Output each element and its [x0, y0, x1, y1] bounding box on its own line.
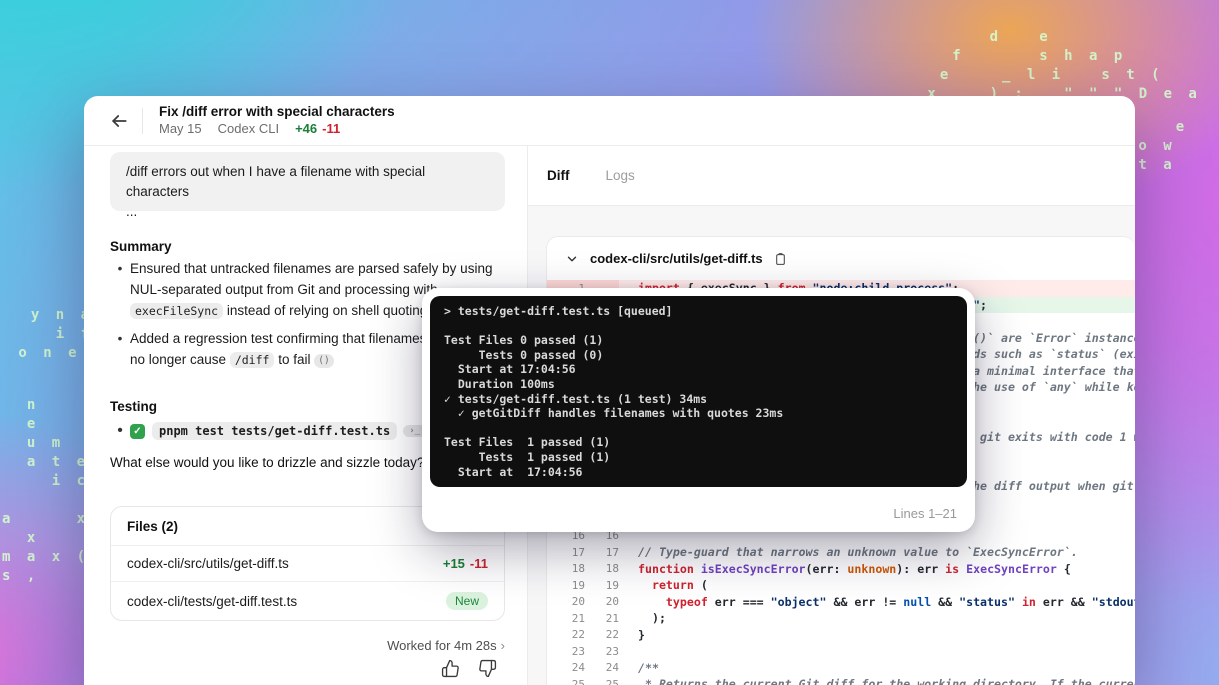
diff-line: 22 22}: [547, 627, 1135, 644]
diff-line-code: return (: [651, 578, 708, 593]
diff-line: 24 24 /**: [547, 660, 1135, 677]
new-line-number: 21: [605, 611, 619, 625]
inline-code-chip: /diff: [229, 352, 275, 368]
chevron-right-icon: ›: [500, 638, 505, 653]
chevron-down-icon[interactable]: [565, 252, 579, 266]
diff-file-name: codex-cli/src/utils/get-diff.ts: [590, 251, 763, 266]
new-line-number: 24: [605, 661, 619, 675]
diff-line-gutter: 24 24: [547, 660, 619, 677]
old-line-number: 18: [571, 562, 585, 576]
old-line-number: 21: [571, 611, 585, 625]
task-meta: May 15 Codex CLI +46 -11: [159, 120, 395, 137]
copy-icon[interactable]: [774, 252, 787, 266]
new-file-badge: New: [445, 592, 488, 610]
file-name: codex-cli/tests/get-diff.test.ts: [127, 593, 298, 609]
test-command-chip[interactable]: pnpm test tests/get-diff.test.ts: [152, 422, 398, 440]
diff-line-code: /**: [638, 660, 659, 675]
task-header: Fix /diff error with special characters …: [84, 96, 1135, 146]
terminal-popup: > tests/get-diff.test.ts [queued] Test F…: [422, 288, 975, 532]
check-passed-icon: ✓: [130, 423, 145, 439]
diff-line-gutter: 23 23: [547, 643, 619, 660]
new-line-number: 25: [605, 677, 619, 685]
thumbs-up-icon: [441, 659, 459, 677]
diff-line-code: }: [638, 627, 645, 642]
terminal-output: > tests/get-diff.test.ts [queued] Test F…: [430, 296, 967, 487]
old-line-number: 17: [571, 545, 585, 559]
old-line-number: 24: [571, 661, 585, 675]
lines-range-label: Lines 1–21: [893, 506, 957, 521]
new-line-number: 22: [605, 628, 619, 642]
diff-line-gutter: 20 20: [547, 594, 619, 611]
old-line-number: 22: [571, 628, 585, 642]
old-line-number: 23: [571, 644, 585, 658]
background-code-letters: e o w t a: [1138, 119, 1189, 173]
task-date: May 15: [159, 121, 202, 136]
file-deletions: -11: [469, 556, 488, 571]
tab-diff[interactable]: Diff: [547, 168, 570, 183]
diff-line: 20 20 typeof err === "object" && err != n…: [547, 594, 1135, 611]
diff-file-header: codex-cli/src/utils/get-diff.ts: [547, 237, 1135, 280]
citation-badge[interactable]: (): [314, 354, 334, 368]
page-title: Fix /diff error with special characters: [159, 104, 395, 119]
additions-count: +46: [295, 121, 318, 136]
background-code-letters: d e f s h a p e _ l i s t ( x ) : " " " …: [927, 29, 1201, 102]
diff-line-code: typeof err === "object" && err != null &…: [665, 594, 1135, 609]
diff-line-gutter: 17 17: [547, 544, 619, 561]
old-line-number: 19: [571, 578, 585, 592]
bullet-marker: •: [117, 261, 123, 276]
thumbs-down-icon: [478, 659, 496, 677]
terminal-popup-footer: Lines 1–21: [422, 495, 975, 532]
diff-line-code: );: [638, 611, 666, 626]
diff-line: 19 19 return (: [547, 577, 1135, 594]
file-name: codex-cli/src/utils/get-diff.ts: [127, 556, 289, 571]
diff-line-gutter: 21 21: [547, 610, 619, 627]
new-line-number: 20: [605, 595, 619, 609]
new-line-number: 17: [605, 545, 619, 559]
worked-for-link[interactable]: Worked for 4m 28s ›: [110, 638, 505, 653]
tab-bar: Diff Logs: [528, 146, 1135, 206]
new-line-number: 23: [605, 644, 619, 658]
file-additions: +15: [442, 556, 465, 571]
task-project: Codex CLI: [217, 121, 280, 136]
background-code-letters: y n a i f o n e: [18, 307, 89, 361]
user-prompt-quote: /diff errors out when I have a filename …: [110, 152, 505, 219]
old-line-number: 20: [571, 595, 585, 609]
inline-code-chip: execFileSync: [130, 303, 224, 319]
tab-logs[interactable]: Logs: [606, 168, 635, 183]
diff-line-gutter: 19 19: [547, 577, 619, 594]
diff-line-code: // Type-guard that narrows an unknown va…: [638, 545, 1078, 560]
back-button[interactable]: [104, 106, 134, 136]
diff-line: 21 21 );: [547, 610, 1135, 627]
thumbs-up-button[interactable]: [440, 658, 460, 678]
diff-line-gutter: 18 18: [547, 561, 619, 578]
diff-line-code: [638, 643, 1135, 660]
diff-line: 18 18 function isExecSyncError (err: unknow…: [547, 561, 1135, 578]
diff-line: 23 23: [547, 643, 1135, 660]
diff-line: 25 25 * Returns the current Git diff for …: [547, 676, 1135, 685]
summary-heading: Summary: [110, 239, 172, 254]
old-line-number: 25: [571, 677, 585, 685]
file-row[interactable]: codex-cli/src/utils/get-diff.ts +15 -11: [111, 546, 504, 581]
file-row[interactable]: codex-cli/tests/get-diff.test.ts New: [111, 581, 504, 620]
header-divider: [142, 107, 143, 134]
diff-line-code: * Returns the current Git diff for the w…: [638, 677, 1135, 685]
deletions-count: -11: [322, 121, 341, 136]
diff-line-code: function isExecSyncError (err: unknown): …: [638, 561, 1071, 576]
arrow-left-icon: [112, 114, 127, 127]
diff-line-gutter: 25 25: [547, 676, 619, 685]
thumbs-down-button[interactable]: [477, 658, 497, 678]
worked-for-label: Worked for 4m 28s: [387, 638, 497, 653]
diff-line: 17 17// Type-guard that narrows an unknow…: [547, 544, 1135, 561]
bullet-marker: •: [117, 331, 123, 346]
diff-line-gutter: 22 22: [547, 627, 619, 644]
feedback-row: [110, 658, 505, 678]
new-line-number: 19: [605, 578, 619, 592]
new-line-number: 18: [605, 562, 619, 576]
bullet-marker: •: [117, 422, 123, 439]
